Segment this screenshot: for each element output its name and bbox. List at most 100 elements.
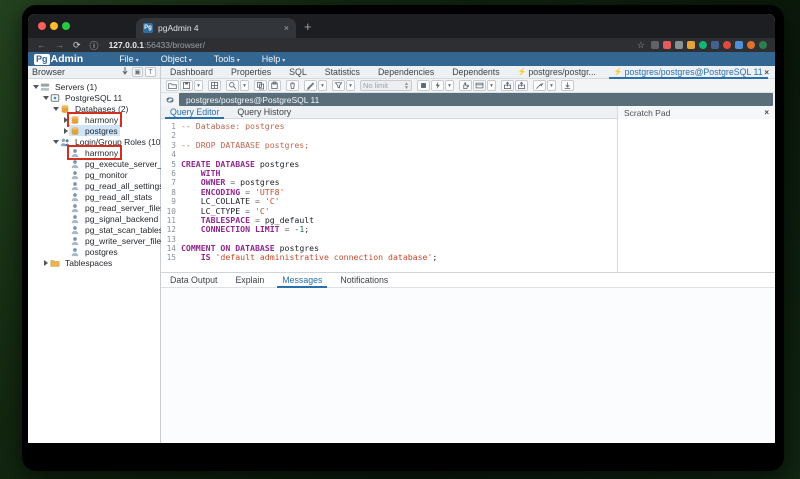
filter-button[interactable] bbox=[332, 80, 345, 91]
tree-item-servers-1-[interactable]: Servers (1) bbox=[28, 81, 159, 92]
tree-item-harmony[interactable]: harmony bbox=[28, 147, 159, 158]
url-text[interactable]: 127.0.0.1:56433/browser/ bbox=[109, 40, 205, 50]
tab-explain[interactable]: Explain bbox=[226, 273, 273, 288]
paste-button[interactable] bbox=[268, 80, 281, 91]
new-tab-button[interactable]: + bbox=[304, 18, 312, 36]
tree-item-pg-write-server-files[interactable]: pg_write_server_files bbox=[28, 235, 159, 246]
tab-messages[interactable]: Messages bbox=[273, 273, 331, 288]
tab-notifications[interactable]: Notifications bbox=[331, 273, 397, 288]
stop-button[interactable] bbox=[417, 80, 430, 91]
profile-box-extension-icon[interactable] bbox=[651, 41, 659, 49]
tab-query-history[interactable]: Query History bbox=[228, 106, 300, 119]
tab-data-output[interactable]: Data Output bbox=[161, 273, 226, 288]
connection-status-bar[interactable]: postgres/postgres@PostgreSQL 11 bbox=[179, 93, 773, 106]
code-line-5[interactable]: 5CREATE DATABASE postgres bbox=[161, 160, 617, 169]
red-square-extension-icon[interactable] bbox=[663, 41, 671, 49]
filter-icon[interactable]: T bbox=[145, 67, 156, 77]
tab-dashboard[interactable]: Dashboard bbox=[161, 66, 222, 79]
code-line-15[interactable]: 15 IS 'default administrative connection… bbox=[161, 253, 617, 262]
scratch-pad[interactable] bbox=[617, 119, 775, 272]
discard-data-button[interactable] bbox=[515, 80, 528, 91]
forward-icon[interactable]: → bbox=[55, 40, 64, 50]
layout-icon[interactable]: ▣ bbox=[132, 67, 143, 77]
tree-item-login-group-roles-10-[interactable]: Login/Group Roles (10) bbox=[28, 136, 159, 147]
shield-extension-icon[interactable] bbox=[711, 41, 719, 49]
back-icon[interactable]: ← bbox=[37, 40, 46, 50]
find-caret[interactable]: ▾ bbox=[240, 80, 249, 91]
find-button[interactable] bbox=[226, 80, 239, 91]
tab-properties[interactable]: Properties bbox=[222, 66, 280, 79]
limit-combo[interactable]: No limit▲▼ bbox=[360, 80, 412, 91]
tree-item-pg-monitor[interactable]: pg_monitor bbox=[28, 169, 159, 180]
autocommit-button[interactable] bbox=[473, 80, 486, 91]
chevron-right-icon[interactable] bbox=[62, 116, 69, 123]
copy-button[interactable] bbox=[254, 80, 267, 91]
tree-item-postgres[interactable]: postgres bbox=[28, 246, 159, 257]
save-caret[interactable]: ▾ bbox=[194, 80, 203, 91]
browser-tab[interactable]: Pg pgAdmin 4 × bbox=[136, 18, 296, 38]
tab-close-icon[interactable]: × bbox=[284, 23, 289, 33]
tab-statistics[interactable]: Statistics bbox=[316, 66, 369, 79]
macro-button[interactable] bbox=[533, 80, 546, 91]
tree-item-tablespaces[interactable]: Tablespaces bbox=[28, 257, 159, 268]
zoom-window-button[interactable] bbox=[62, 22, 70, 30]
commit-button[interactable] bbox=[459, 80, 472, 91]
chevron-right-icon[interactable] bbox=[42, 259, 49, 266]
avatar-green-icon[interactable] bbox=[759, 41, 767, 49]
macro-caret[interactable]: ▾ bbox=[547, 80, 556, 91]
reload-icon[interactable]: ⟳ bbox=[73, 40, 81, 51]
pgadmin-logo[interactable]: Pg Admin bbox=[34, 53, 83, 65]
scratch-pad-close-icon[interactable]: × bbox=[764, 108, 769, 117]
chevron-down-icon[interactable] bbox=[52, 105, 59, 112]
site-info-icon[interactable]: ⓘ bbox=[90, 39, 99, 52]
locate-icon[interactable] bbox=[119, 67, 130, 77]
tab-postgres-postgres-postgresql-11[interactable]: ⚡postgres/postgres@PostgreSQL 11 bbox=[605, 66, 772, 79]
edit-grid-button[interactable] bbox=[208, 80, 221, 91]
tree-item-pg-signal-backend[interactable]: pg_signal_backend bbox=[28, 213, 159, 224]
edit-button[interactable] bbox=[304, 80, 317, 91]
tab-dependencies[interactable]: Dependencies bbox=[369, 66, 443, 79]
tree-item-harmony[interactable]: harmony bbox=[28, 114, 159, 125]
open-file-button[interactable] bbox=[166, 80, 179, 91]
filter-caret[interactable]: ▾ bbox=[346, 80, 355, 91]
avatar-orange-icon[interactable] bbox=[747, 41, 755, 49]
tab-postgres-postgr-[interactable]: ⚡postgres/postgr... bbox=[509, 66, 605, 79]
tree-item-pg-read-server-files[interactable]: pg_read_server_files bbox=[28, 202, 159, 213]
orange-square-extension-icon[interactable] bbox=[687, 41, 695, 49]
tree-item-pg-read-all-settings[interactable]: pg_read_all_settings bbox=[28, 180, 159, 191]
spinner-icon[interactable]: ▲▼ bbox=[404, 82, 409, 90]
tree-item-databases-2-[interactable]: Databases (2) bbox=[28, 103, 159, 114]
chevron-down-icon[interactable] bbox=[42, 94, 49, 101]
chevron-down-icon[interactable] bbox=[52, 138, 59, 145]
autocommit-caret[interactable]: ▾ bbox=[487, 80, 496, 91]
code-line-3[interactable]: 3-- DROP DATABASE postgres; bbox=[161, 141, 617, 150]
tab-dependents[interactable]: Dependents bbox=[443, 66, 508, 79]
tab-query-editor[interactable]: Query Editor bbox=[161, 106, 228, 119]
save-data-button[interactable] bbox=[501, 80, 514, 91]
download-button[interactable] bbox=[561, 80, 574, 91]
save-button[interactable] bbox=[180, 80, 193, 91]
panel-close-icon[interactable]: × bbox=[764, 68, 769, 77]
green-circle-extension-icon[interactable] bbox=[699, 41, 707, 49]
tree-item-pg-execute-server-program[interactable]: pg_execute_server_program bbox=[28, 158, 159, 169]
red-circle-extension-icon[interactable] bbox=[723, 41, 731, 49]
sql-editor[interactable]: 1-- Database: postgres23-- DROP DATABASE… bbox=[161, 119, 617, 275]
tab-sql[interactable]: SQL bbox=[280, 66, 316, 79]
tree-item-postgresql-11[interactable]: PostgreSQL 11 bbox=[28, 92, 159, 103]
tree-item-postgres[interactable]: postgres bbox=[28, 125, 159, 136]
blue-extension-icon[interactable] bbox=[735, 41, 743, 49]
menu-file[interactable]: File▾ bbox=[119, 54, 139, 64]
menu-tools[interactable]: Tools▾ bbox=[214, 54, 240, 64]
chevron-right-icon[interactable] bbox=[62, 127, 69, 134]
menu-object[interactable]: Object▾ bbox=[161, 54, 192, 64]
menu-help[interactable]: Help▾ bbox=[262, 54, 286, 64]
puzzle-extension-icon[interactable] bbox=[675, 41, 683, 49]
delete-button[interactable] bbox=[286, 80, 299, 91]
execute-button[interactable] bbox=[431, 80, 444, 91]
tree-item-pg-stat-scan-tables[interactable]: pg_stat_scan_tables bbox=[28, 224, 159, 235]
code-line-1[interactable]: 1-- Database: postgres bbox=[161, 122, 617, 131]
code-line-12[interactable]: 12 CONNECTION LIMIT = -1; bbox=[161, 225, 617, 234]
bookmark-star-icon[interactable]: ☆ bbox=[637, 40, 645, 51]
minimize-window-button[interactable] bbox=[50, 22, 58, 30]
chevron-down-icon[interactable] bbox=[32, 83, 39, 90]
